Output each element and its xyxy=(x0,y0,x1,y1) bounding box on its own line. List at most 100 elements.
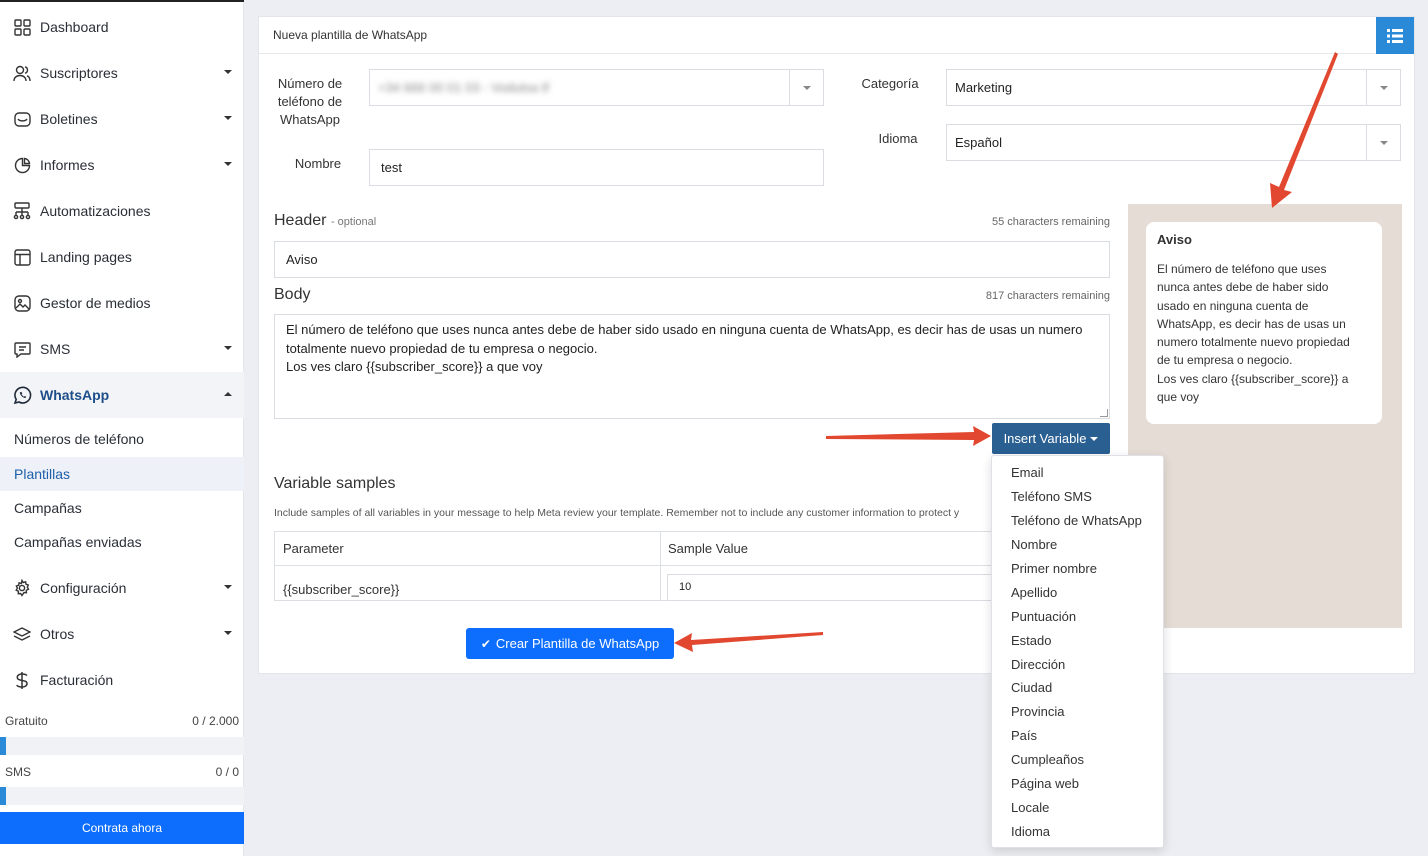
sub-item-plantillas[interactable]: Plantillas xyxy=(0,457,244,491)
menu-item-direccion[interactable]: Dirección xyxy=(992,652,1163,676)
gear-icon xyxy=(12,578,32,598)
nav-otros-label: Otros xyxy=(40,626,75,642)
card-header: Nueva plantilla de WhatsApp xyxy=(259,17,1414,54)
nav-automatizaciones-label: Automatizaciones xyxy=(40,203,151,219)
create-template-button[interactable]: ✔ Crear Plantilla de WhatsApp xyxy=(466,628,674,659)
nav-otros[interactable]: Otros xyxy=(0,611,244,657)
usage-sms: SMS 0 / 0 xyxy=(0,765,244,779)
nav-sms-label: SMS xyxy=(40,341,71,357)
language-select-value: Español xyxy=(955,135,1002,150)
menu-item-email[interactable]: Email xyxy=(992,461,1163,485)
chevron-down-icon xyxy=(789,70,823,105)
header-input[interactable]: Aviso xyxy=(274,241,1110,278)
nav-gestor-medios[interactable]: Gestor de medios xyxy=(0,280,244,326)
preview-body: El número de teléfono que uses nunca ant… xyxy=(1157,262,1350,405)
usage-free-bar xyxy=(0,737,244,755)
variable-samples-desc: Include samples of all variables in your… xyxy=(274,507,960,519)
layout-icon xyxy=(12,247,32,267)
menu-item-cumpleanos[interactable]: Cumpleaños xyxy=(992,748,1163,772)
list-view-button[interactable] xyxy=(1376,17,1414,54)
dashboard-icon xyxy=(12,17,32,37)
nav-dashboard[interactable]: Dashboard xyxy=(0,4,244,50)
list-icon xyxy=(1387,28,1403,43)
caret-down-icon xyxy=(1090,436,1099,441)
usage-free-label: Gratuito xyxy=(5,714,48,728)
chevron-down-icon xyxy=(224,70,232,74)
header-section-title: Header - optional xyxy=(274,212,376,230)
nav-informes-label: Informes xyxy=(40,157,95,173)
phone-select-value: +34 666 00 01 03 - Vodutsa tf xyxy=(378,80,549,95)
insert-variable-button[interactable]: Insert Variable xyxy=(992,423,1110,454)
chevron-down-icon xyxy=(224,162,232,166)
name-label: Nombre xyxy=(294,156,342,171)
menu-item-telefono-whatsapp[interactable]: Teléfono de WhatsApp xyxy=(992,509,1163,533)
column-divider xyxy=(660,532,661,600)
chevron-down-icon xyxy=(1366,125,1400,160)
variable-dropdown-menu: Email Teléfono SMS Teléfono de WhatsApp … xyxy=(991,455,1164,848)
sub-item-numeros[interactable]: Números de teléfono xyxy=(0,422,244,456)
category-select[interactable]: Marketing xyxy=(946,69,1401,106)
nav-boletines-label: Boletines xyxy=(40,111,98,127)
usage-free: Gratuito 0 / 2.000 xyxy=(0,714,244,728)
resize-handle-icon[interactable] xyxy=(1100,409,1108,417)
table-header-row: Parameter Sample Value xyxy=(275,532,993,566)
flow-icon xyxy=(12,201,32,221)
chevron-down-icon xyxy=(1366,70,1400,105)
menu-item-pagina-web[interactable]: Página web xyxy=(992,772,1163,796)
name-input[interactable]: test xyxy=(369,149,824,186)
message-icon xyxy=(12,339,32,359)
menu-item-locale[interactable]: Locale xyxy=(992,795,1163,819)
sub-item-campanas[interactable]: Campañas xyxy=(0,491,244,525)
nav-landing-pages-label: Landing pages xyxy=(40,249,132,265)
nav-boletines[interactable]: Boletines xyxy=(0,96,244,142)
sub-item-campanas-label: Campañas xyxy=(14,500,82,516)
contrata-ahora-button[interactable]: Contrata ahora xyxy=(0,812,244,844)
chevron-up-icon xyxy=(224,392,232,396)
menu-item-pais[interactable]: País xyxy=(992,724,1163,748)
nav-suscriptores-label: Suscriptores xyxy=(40,65,118,81)
th-parameter: Parameter xyxy=(283,541,344,556)
usage-sms-fill xyxy=(0,787,6,805)
usage-free-value: 0 / 2.000 xyxy=(192,714,239,728)
nav-dashboard-label: Dashboard xyxy=(40,19,109,35)
menu-item-ciudad[interactable]: Ciudad xyxy=(992,676,1163,700)
sub-item-campanas-enviadas[interactable]: Campañas enviadas xyxy=(0,525,244,559)
variable-samples-title: Variable samples xyxy=(274,475,396,492)
menu-item-apellido[interactable]: Apellido xyxy=(992,580,1163,604)
nav-informes[interactable]: Informes xyxy=(0,142,244,188)
image-icon xyxy=(12,293,32,313)
nav-sms[interactable]: SMS xyxy=(0,326,244,372)
header-title: Header xyxy=(274,212,327,229)
sample-value-input[interactable]: 10 xyxy=(667,574,1007,601)
menu-item-estado[interactable]: Estado xyxy=(992,628,1163,652)
header-optional: - optional xyxy=(330,216,377,228)
body-textarea[interactable]: El número de teléfono que uses nunca ant… xyxy=(274,314,1110,419)
chevron-down-icon xyxy=(224,631,232,635)
insert-variable-label: Insert Variable xyxy=(1003,431,1087,446)
nav-facturacion[interactable]: Facturación xyxy=(0,657,244,703)
body-textarea-value: El número de teléfono que uses nunca ant… xyxy=(286,322,1083,374)
nav-whatsapp[interactable]: WhatsApp xyxy=(0,372,244,418)
menu-item-nombre[interactable]: Nombre xyxy=(992,533,1163,557)
template-form-card: Nueva plantilla de WhatsApp Número de te… xyxy=(258,16,1415,674)
menu-item-telefono-sms[interactable]: Teléfono SMS xyxy=(992,485,1163,509)
page-title: Nueva plantilla de WhatsApp xyxy=(273,28,428,42)
menu-item-puntuacion[interactable]: Puntuación xyxy=(992,604,1163,628)
header-remaining: 55 characters remaining xyxy=(991,216,1110,228)
phone-label: Número de teléfono de WhatsApp xyxy=(277,76,343,127)
nav-landing-pages[interactable]: Landing pages xyxy=(0,234,244,280)
nav-suscriptores[interactable]: Suscriptores xyxy=(0,50,244,96)
category-label: Categoría xyxy=(861,76,919,91)
sub-item-plantillas-label: Plantillas xyxy=(14,466,71,482)
sub-item-campanas-enviadas-label: Campañas enviadas xyxy=(14,534,142,550)
nav-whatsapp-label: WhatsApp xyxy=(40,387,110,403)
menu-item-provincia[interactable]: Provincia xyxy=(992,700,1163,724)
menu-item-idioma[interactable]: Idioma xyxy=(992,819,1163,843)
menu-item-primer-nombre[interactable]: Primer nombre xyxy=(992,557,1163,581)
phone-select[interactable]: +34 666 00 01 03 - Vodutsa tf xyxy=(369,69,824,106)
nav-configuracion[interactable]: Configuración xyxy=(0,565,244,611)
nav-automatizaciones[interactable]: Automatizaciones xyxy=(0,188,244,234)
usage-sms-bar xyxy=(0,787,244,805)
language-select[interactable]: Español xyxy=(946,124,1401,161)
inbox-icon xyxy=(12,109,32,129)
